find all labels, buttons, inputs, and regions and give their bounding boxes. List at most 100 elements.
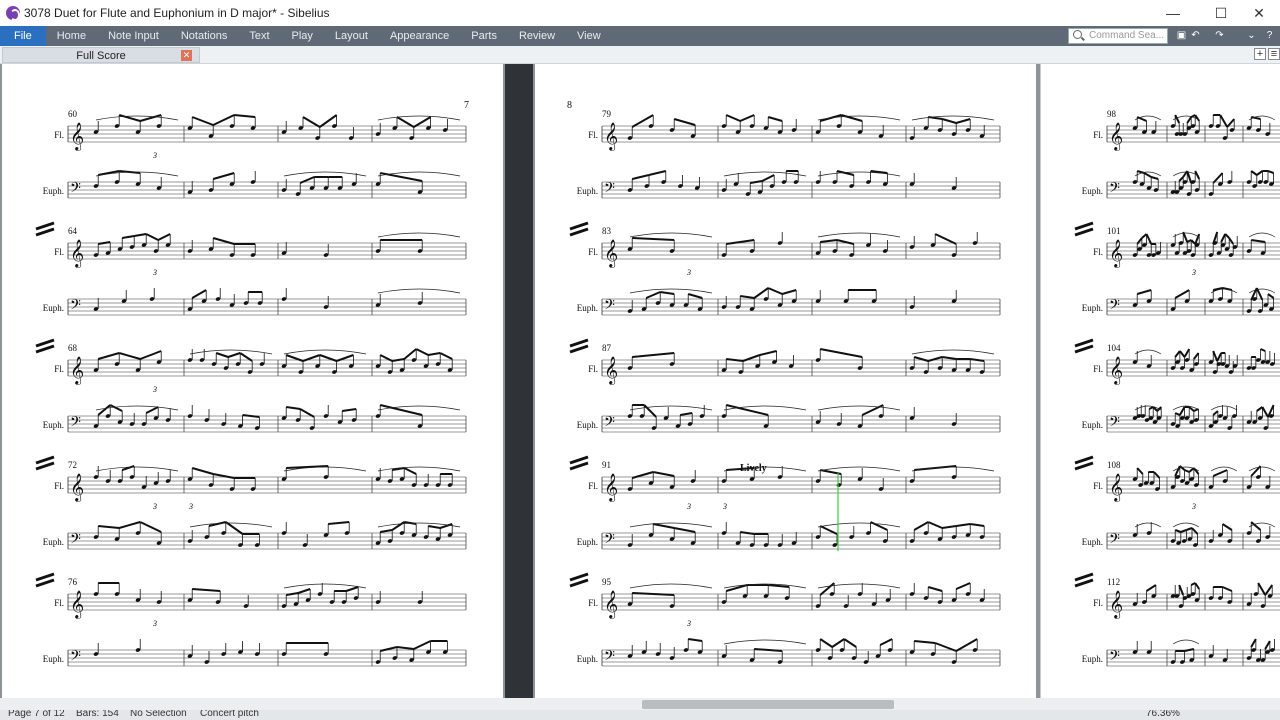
ribbon-minimize-icon[interactable]: ⌄ <box>1246 30 1257 41</box>
score-page-9[interactable]: 98 Fl. Euph. 𝄞 𝄢 101 Fl. Euph. 𝄞 𝄢 3 104 Fl. Euph. 𝄞 𝄢 1… <box>1040 64 1280 698</box>
system-separator <box>35 578 55 588</box>
tab-home[interactable]: Home <box>46 26 97 46</box>
slur <box>1248 466 1276 472</box>
tab-layout[interactable]: Layout <box>324 26 379 46</box>
beam <box>97 404 111 416</box>
beam <box>660 291 675 295</box>
score-canvas[interactable]: 7 60 Fl. Euph. 𝄞 𝄢 3 64 Fl. Euph. 𝄞 𝄢 3 68 Fl. Euph. 𝄞 𝄢 3… <box>0 64 1280 698</box>
horizontal-scrollbar[interactable] <box>0 698 1280 710</box>
command-search-input[interactable]: Command Sea... <box>1068 28 1168 44</box>
euphonium-label: Euph. <box>577 186 598 196</box>
euphonium-label: Euph. <box>1082 186 1103 196</box>
slur <box>1172 522 1200 528</box>
beam <box>403 348 417 360</box>
measure-number: 95 <box>602 577 612 587</box>
beam <box>1184 648 1195 652</box>
score-page-8[interactable]: 8 79 Fl. Euph. 𝄞 𝄢 83 Fl. Euph. 𝄞 𝄢 3 87 Fl. Euph. 𝄞 𝄢 91… <box>535 64 1036 698</box>
beam <box>242 414 260 418</box>
tuplet-number: 3 <box>1191 502 1196 511</box>
euphonium-label: Euph. <box>43 420 64 430</box>
tab-appearance[interactable]: Appearance <box>379 26 460 46</box>
beam <box>1136 116 1147 122</box>
euphonium-label: Euph. <box>1082 303 1103 313</box>
bass-clef: 𝄢 <box>70 414 81 433</box>
undo-icon[interactable]: ↶ <box>1190 30 1201 41</box>
slur <box>817 232 901 238</box>
measure-number: 83 <box>602 226 612 236</box>
system-separator <box>35 221 55 231</box>
bass-clef: 𝄢 <box>1109 180 1120 199</box>
euphonium-label: Euph. <box>43 186 64 196</box>
help-icon[interactable]: ? <box>1264 30 1275 41</box>
beam <box>753 287 769 299</box>
beam <box>98 525 120 529</box>
beam <box>934 233 957 245</box>
tab-play[interactable]: Play <box>281 26 324 46</box>
tab-menu-button[interactable]: ≡ <box>1268 48 1280 60</box>
status-bar: Page 7 of 12 Bars: 154 No Selection Conc… <box>0 710 1280 720</box>
redo-icon[interactable]: ↷ <box>1214 30 1225 41</box>
close-tab-icon[interactable]: ✕ <box>181 50 192 61</box>
euphonium-label: Euph. <box>577 537 598 547</box>
beam <box>379 646 398 652</box>
flute-label: Fl. <box>588 598 598 608</box>
status-page: Page 7 of 12 <box>8 710 65 719</box>
horizontal-scroll-thumb[interactable] <box>642 700 894 709</box>
tab-text[interactable]: Text <box>238 26 280 46</box>
beam <box>1222 586 1233 592</box>
tab-note-input[interactable]: Note Input <box>97 26 170 46</box>
status-bars: Bars: 154 <box>76 710 119 719</box>
tab-review[interactable]: Review <box>508 26 566 46</box>
beam <box>1260 348 1266 352</box>
beam <box>754 648 783 652</box>
beam <box>1179 406 1186 416</box>
beam <box>1267 293 1275 299</box>
add-tab-button[interactable]: + <box>1254 48 1266 60</box>
slur <box>723 639 807 645</box>
slur <box>1172 639 1200 645</box>
bass-clef: 𝄢 <box>70 297 81 316</box>
flute-label: Fl. <box>588 364 598 374</box>
bass-clef: 𝄢 <box>1109 648 1120 667</box>
score-page-7[interactable]: 7 60 Fl. Euph. 𝄞 𝄢 3 64 Fl. Euph. 𝄞 𝄢 3 68 Fl. Euph. 𝄞 𝄢 3… <box>2 64 503 698</box>
beam <box>645 291 661 299</box>
beam <box>687 293 703 299</box>
system-separator <box>569 221 589 231</box>
tab-full-score[interactable]: Full Score ✕ <box>2 47 200 63</box>
beam <box>1267 170 1274 174</box>
treble-clef: 𝄞 <box>1109 357 1123 385</box>
system-separator <box>1074 227 1094 237</box>
measure-number: 60 <box>68 109 78 119</box>
beam <box>725 114 741 122</box>
slur <box>817 405 901 411</box>
tab-view[interactable]: View <box>566 26 612 46</box>
tab-file[interactable]: File <box>0 26 46 46</box>
tuplet-number: 3 <box>686 502 691 511</box>
beam <box>831 638 845 648</box>
minimize-button[interactable]: — <box>1150 0 1196 26</box>
beam <box>941 118 957 124</box>
euphonium-label: Euph. <box>43 303 64 313</box>
flute-label: Fl. <box>54 481 64 491</box>
bass-clef: 𝄢 <box>70 531 81 550</box>
beam <box>739 114 755 122</box>
beam <box>139 521 162 533</box>
save-icon[interactable]: ▣ <box>1176 30 1187 41</box>
tab-parts[interactable]: Parts <box>460 26 508 46</box>
euphonium-label: Euph. <box>577 303 598 313</box>
slur <box>95 466 179 472</box>
page-gap <box>505 64 533 698</box>
measure-number: 76 <box>68 577 78 587</box>
system-separator <box>35 344 55 354</box>
close-window-button[interactable]: ✕ <box>1236 0 1280 26</box>
beam <box>1186 239 1192 243</box>
beam <box>1174 465 1181 477</box>
page-8-music: 8 79 Fl. Euph. 𝄞 𝄢 83 Fl. Euph. 𝄞 𝄢 3 87 Fl. Euph. 𝄞 𝄢 91… <box>567 100 1001 667</box>
treble-clef: 𝄞 <box>70 357 84 385</box>
beam <box>927 586 943 592</box>
sibelius-app-icon <box>6 6 20 21</box>
beam <box>1136 289 1152 295</box>
beam <box>1190 582 1196 586</box>
tab-notations[interactable]: Notations <box>170 26 238 46</box>
document-tab-strip: Full Score ✕ <box>0 46 1280 64</box>
